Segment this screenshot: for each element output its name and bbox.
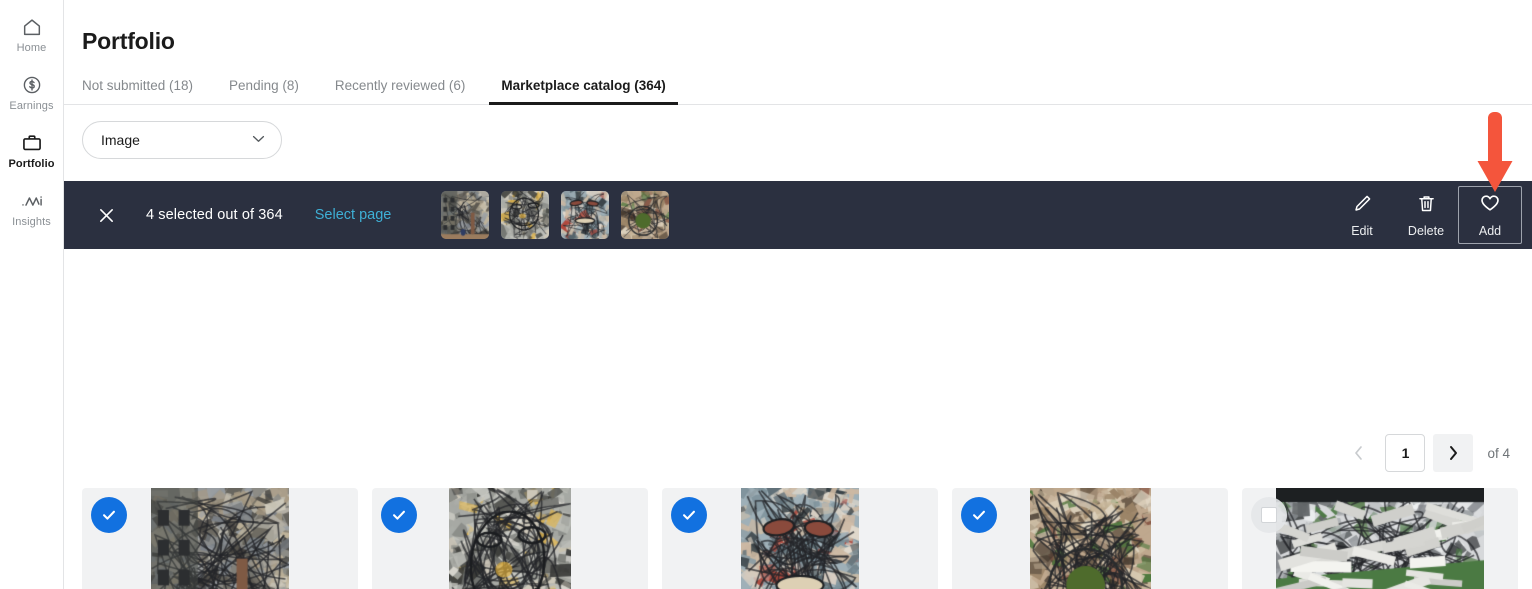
page-total-label: of 4 (1487, 445, 1510, 461)
chevron-down-icon (252, 135, 265, 146)
sidebar-item-home[interactable]: Home (0, 14, 64, 60)
tab-recently-reviewed[interactable]: Recently reviewed (6) (317, 78, 484, 104)
select-page-link[interactable]: Select page (315, 207, 392, 223)
chevron-left-icon[interactable] (1339, 435, 1378, 471)
checkbox-box-icon (1261, 507, 1277, 523)
asset-card[interactable]: IMG_7552.JPG ••• Image (372, 488, 648, 589)
edit-button-label: Edit (1351, 223, 1373, 238)
tab-not-submitted[interactable]: Not submitted (18) (82, 78, 211, 104)
selected-thumbnail[interactable] (501, 191, 550, 239)
asset-thumbnail[interactable] (1242, 488, 1518, 589)
sidebar-item-insights[interactable]: Insights (0, 188, 64, 234)
edit-button[interactable]: Edit (1330, 186, 1394, 244)
delete-button-label: Delete (1407, 223, 1445, 238)
selected-thumbnail[interactable] (621, 191, 670, 239)
asset-type-select-value: Image (101, 132, 140, 148)
asset-grid: IMG_7554.JPG ••• Image (64, 488, 1532, 589)
page-number-input[interactable]: 1 (1385, 434, 1426, 472)
asset-type-select[interactable]: Image (82, 121, 282, 159)
selected-thumbnails (441, 191, 670, 239)
page-title: Portfolio (82, 28, 175, 54)
asset-card[interactable]: IMG_7554.JPG ••• Image (82, 488, 358, 589)
delete-button[interactable]: Delete (1394, 186, 1458, 244)
insights-wave-icon (20, 188, 44, 214)
asset-select-checkbox[interactable] (961, 497, 997, 533)
trash-icon (1416, 193, 1437, 219)
asset-thumbnail[interactable] (952, 488, 1228, 589)
asset-select-checkbox[interactable] (671, 497, 707, 533)
asset-select-checkbox[interactable] (91, 497, 127, 533)
portfolio-page: Home Earnings Portfolio Insights Portfol… (0, 0, 1532, 589)
briefcase-icon (21, 130, 43, 156)
chevron-right-icon[interactable] (1433, 434, 1474, 472)
bulk-actions: Edit Delete Add (1330, 186, 1522, 244)
heart-icon (1479, 192, 1501, 219)
main-content: Portfolio Not submitted (18) Pending (8)… (64, 0, 1532, 589)
sidebar-item-label: Earnings (9, 100, 54, 112)
tab-bar: Not submitted (18) Pending (8) Recently … (64, 69, 1532, 105)
asset-card[interactable]: IMG_7558.JPG ••• Image (1242, 488, 1518, 589)
asset-thumbnail[interactable] (82, 488, 358, 589)
add-button[interactable]: Add (1458, 186, 1522, 244)
asset-card[interactable]: IMG_7572.JPG ••• Image (662, 488, 938, 589)
asset-thumbnail[interactable] (372, 488, 648, 589)
selection-count: 4 selected out of 364 (146, 207, 283, 223)
tab-pending[interactable]: Pending (8) (211, 78, 317, 104)
asset-select-checkbox[interactable] (1251, 497, 1287, 533)
sidebar-item-earnings[interactable]: Earnings (0, 72, 64, 118)
pencil-icon (1352, 193, 1373, 219)
sidebar: Home Earnings Portfolio Insights (0, 0, 64, 589)
asset-thumbnail[interactable] (662, 488, 938, 589)
home-icon (21, 14, 43, 40)
add-button-label: Add (1478, 224, 1502, 238)
sidebar-item-label: Insights (12, 216, 51, 228)
pagination: 1 of 4 (64, 418, 1532, 488)
tab-marketplace-catalog[interactable]: Marketplace catalog (364) (483, 78, 683, 105)
asset-card[interactable]: IMG_7571.JPG ••• Image (952, 488, 1228, 589)
filter-row: Image (64, 105, 1532, 169)
dollar-circle-icon (21, 72, 43, 98)
selection-action-bar: 4 selected out of 364 Select page Edit D… (64, 181, 1532, 249)
selected-thumbnail[interactable] (441, 191, 490, 239)
sidebar-item-portfolio[interactable]: Portfolio (0, 130, 64, 176)
close-icon[interactable] (94, 203, 118, 227)
asset-select-checkbox[interactable] (381, 497, 417, 533)
sidebar-item-label: Home (16, 42, 47, 54)
selected-thumbnail[interactable] (561, 191, 610, 239)
sidebar-item-label: Portfolio (8, 158, 55, 170)
